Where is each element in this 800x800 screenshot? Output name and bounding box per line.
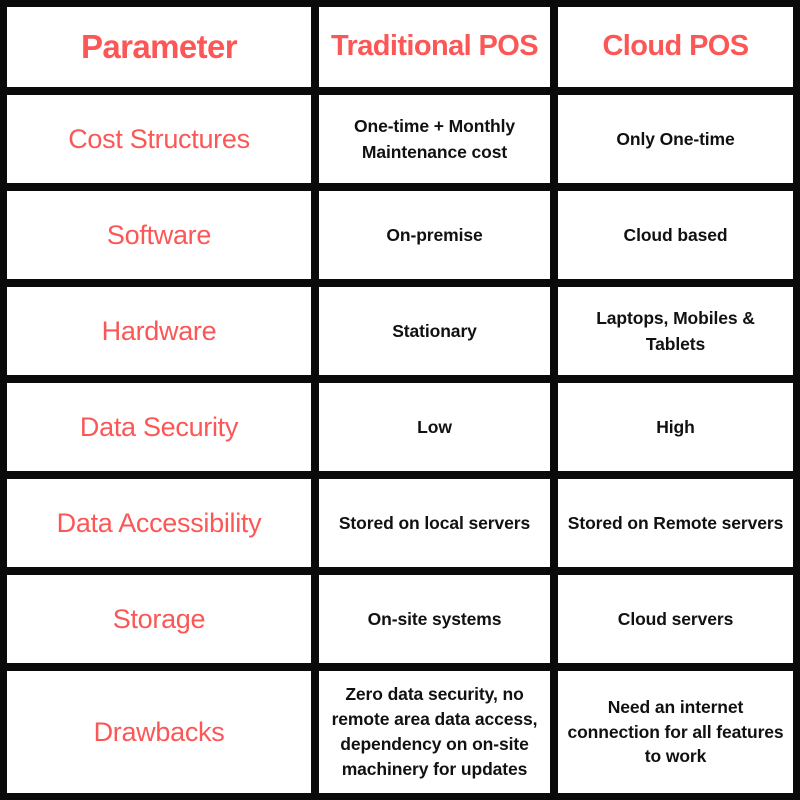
cloud-pos-value: Laptops, Mobiles & Tablets (596, 307, 755, 354)
cloud-pos-value: Need an internet connection for all feat… (567, 696, 784, 767)
traditional-pos-cell: On-premise (319, 191, 550, 279)
header-label-cloud-pos: Cloud POS (602, 30, 749, 63)
table-row: Hardware Stationary Laptops, Mobiles & T… (7, 287, 793, 375)
traditional-pos-cell: Zero data security, no remote area data … (319, 671, 550, 793)
parameter-label: Software (106, 219, 212, 250)
table-row: Data Security Low High (7, 383, 793, 471)
cloud-pos-cell: High (558, 383, 793, 471)
cloud-pos-value: Cloud servers (617, 608, 734, 629)
cloud-pos-cell: Cloud based (558, 191, 793, 279)
header-label-parameter: Parameter (80, 27, 238, 65)
traditional-pos-cell: Stationary (319, 287, 550, 375)
traditional-pos-value: Stationary (392, 320, 477, 341)
table-row: Cost Structures One-time + Monthly Maint… (7, 95, 793, 183)
table-row: Drawbacks Zero data security, no remote … (7, 671, 793, 793)
traditional-pos-value: Zero data security, no remote area data … (331, 684, 538, 779)
parameter-cell: Drawbacks (7, 671, 311, 793)
cloud-pos-value: Only One-time (616, 128, 735, 149)
comparison-table: Parameter Traditional POS Cloud POS Cost… (0, 0, 800, 800)
cloud-pos-value: Stored on Remote servers (567, 512, 784, 533)
traditional-pos-cell: Low (319, 383, 550, 471)
table-row: Data Accessibility Stored on local serve… (7, 479, 793, 567)
parameter-label: Data Accessibility (56, 507, 262, 538)
table-header-row: Parameter Traditional POS Cloud POS (7, 7, 793, 87)
parameter-label: Data Security (79, 411, 239, 442)
parameter-cell: Data Accessibility (7, 479, 311, 567)
traditional-pos-cell: One-time + Monthly Maintenance cost (319, 95, 550, 183)
parameter-label: Hardware (101, 315, 217, 346)
cloud-pos-value: High (656, 416, 695, 437)
parameter-cell: Cost Structures (7, 95, 311, 183)
cloud-pos-value: Cloud based (623, 224, 728, 245)
parameter-cell: Data Security (7, 383, 311, 471)
parameter-cell: Storage (7, 575, 311, 663)
cloud-pos-cell: Need an internet connection for all feat… (558, 671, 793, 793)
table-row: Software On-premise Cloud based (7, 191, 793, 279)
traditional-pos-value: One-time + Monthly Maintenance cost (353, 115, 516, 162)
traditional-pos-value: On-premise (386, 224, 483, 245)
parameter-cell: Hardware (7, 287, 311, 375)
parameter-label: Storage (112, 603, 206, 634)
traditional-pos-value: Stored on local servers (338, 512, 531, 533)
cloud-pos-cell: Laptops, Mobiles & Tablets (558, 287, 793, 375)
header-cell-cloud-pos: Cloud POS (558, 7, 793, 87)
header-label-traditional-pos: Traditional POS (331, 30, 539, 63)
traditional-pos-cell: On-site systems (319, 575, 550, 663)
header-cell-parameter: Parameter (7, 7, 311, 87)
cloud-pos-cell: Stored on Remote servers (558, 479, 793, 567)
parameter-label: Drawbacks (93, 716, 225, 747)
parameter-cell: Software (7, 191, 311, 279)
header-cell-traditional-pos: Traditional POS (319, 7, 550, 87)
cloud-pos-cell: Only One-time (558, 95, 793, 183)
cloud-pos-cell: Cloud servers (558, 575, 793, 663)
table-row: Storage On-site systems Cloud servers (7, 575, 793, 663)
traditional-pos-value: On-site systems (367, 608, 502, 629)
traditional-pos-value: Low (417, 416, 452, 437)
parameter-label: Cost Structures (68, 123, 250, 154)
traditional-pos-cell: Stored on local servers (319, 479, 550, 567)
